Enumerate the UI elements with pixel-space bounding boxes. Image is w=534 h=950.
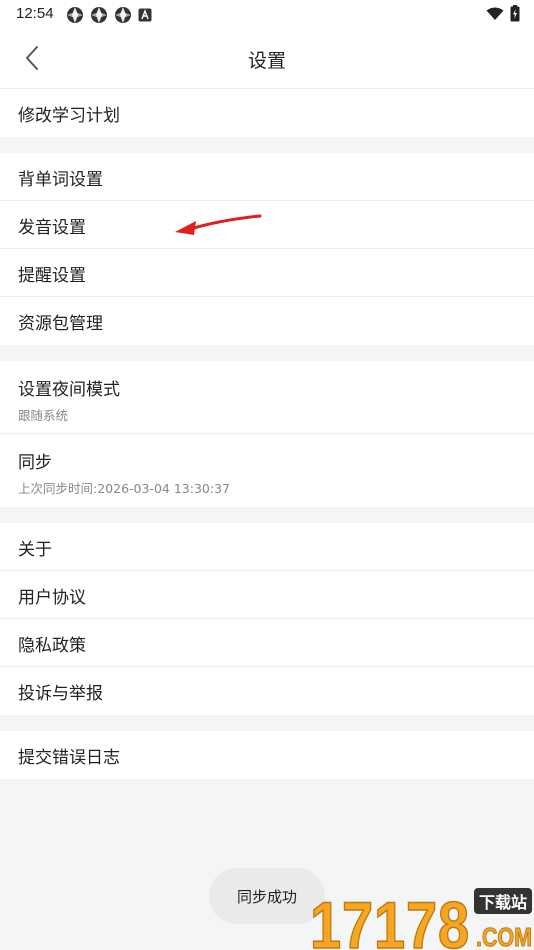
settings-item-label: 投诉与举报 [18, 684, 103, 704]
group-divider [0, 137, 534, 153]
aperture-icon [91, 7, 107, 23]
settings-item-label: 背单词设置 [18, 170, 103, 190]
settings-item-label: 发音设置 [18, 218, 86, 238]
app-header: 设置 [0, 28, 534, 89]
settings-item-word-settings[interactable]: 背单词设置 [0, 153, 534, 201]
settings-item-label: 关于 [18, 540, 52, 560]
settings-item-label: 修改学习计划 [18, 106, 120, 126]
status-bar: 12:54 [0, 0, 534, 28]
settings-item-label: 提醒设置 [18, 266, 86, 286]
settings-group-info: 关于 用户协议 隐私政策 投诉与举报 [0, 523, 534, 715]
status-time: 12:54 [16, 5, 54, 22]
settings-item-subtitle: 跟随系统 [18, 408, 69, 423]
settings-list: 修改学习计划 背单词设置 发音设置 提醒设置 资源包管理 设置夜间模式 跟随系统… [0, 89, 534, 779]
settings-item-subtitle: 上次同步时间:2026-03-04 13:30:37 [18, 481, 230, 496]
battery-charging-icon [510, 5, 520, 22]
aperture-icon [115, 7, 131, 23]
settings-item-privacy-policy[interactable]: 隐私政策 [0, 619, 534, 667]
a-box-icon [138, 8, 152, 22]
settings-item-complaint-report[interactable]: 投诉与举报 [0, 667, 534, 715]
toast-text: 同步成功 [236, 887, 297, 906]
settings-item-label: 资源包管理 [18, 314, 103, 334]
status-notification-icons [66, 6, 152, 24]
page-title: 设置 [247, 50, 286, 72]
settings-item-pronunciation[interactable]: 发音设置 [0, 201, 534, 249]
watermark-logo: 17178 下载站 .COM [309, 887, 532, 950]
settings-item-label: 用户协议 [18, 588, 86, 608]
settings-group-log: 提交错误日志 [0, 731, 534, 779]
settings-group-plan: 修改学习计划 [0, 89, 534, 137]
group-divider [0, 345, 534, 361]
watermark-number: 17178 [310, 888, 470, 950]
aperture-icon [67, 7, 83, 23]
settings-group-display-sync: 设置夜间模式 跟随系统 同步 上次同步时间:2026-03-04 13:30:3… [0, 361, 534, 507]
settings-item-about[interactable]: 关于 [0, 523, 534, 571]
group-divider [0, 507, 534, 523]
watermark-tag: 下载站 [479, 893, 527, 912]
wifi-icon [486, 7, 504, 20]
settings-item-resource-packs[interactable]: 资源包管理 [0, 297, 534, 345]
settings-item-night-mode[interactable]: 设置夜间模式 跟随系统 [0, 361, 534, 434]
settings-item-label: 提交错误日志 [18, 748, 120, 768]
settings-item-study-plan[interactable]: 修改学习计划 [0, 89, 534, 137]
settings-item-user-agreement[interactable]: 用户协议 [0, 571, 534, 619]
settings-item-label: 同步 [18, 453, 52, 473]
settings-item-sync[interactable]: 同步 上次同步时间:2026-03-04 13:30:37 [0, 434, 534, 507]
settings-item-reminder[interactable]: 提醒设置 [0, 249, 534, 297]
watermark-domain: .COM [476, 922, 532, 950]
group-divider [0, 715, 534, 731]
settings-item-submit-error-log[interactable]: 提交错误日志 [0, 731, 534, 779]
settings-item-label: 隐私政策 [18, 636, 86, 656]
settings-item-label: 设置夜间模式 [18, 380, 120, 400]
settings-group-learning: 背单词设置 发音设置 提醒设置 资源包管理 [0, 153, 534, 345]
status-system-icons [486, 5, 520, 22]
